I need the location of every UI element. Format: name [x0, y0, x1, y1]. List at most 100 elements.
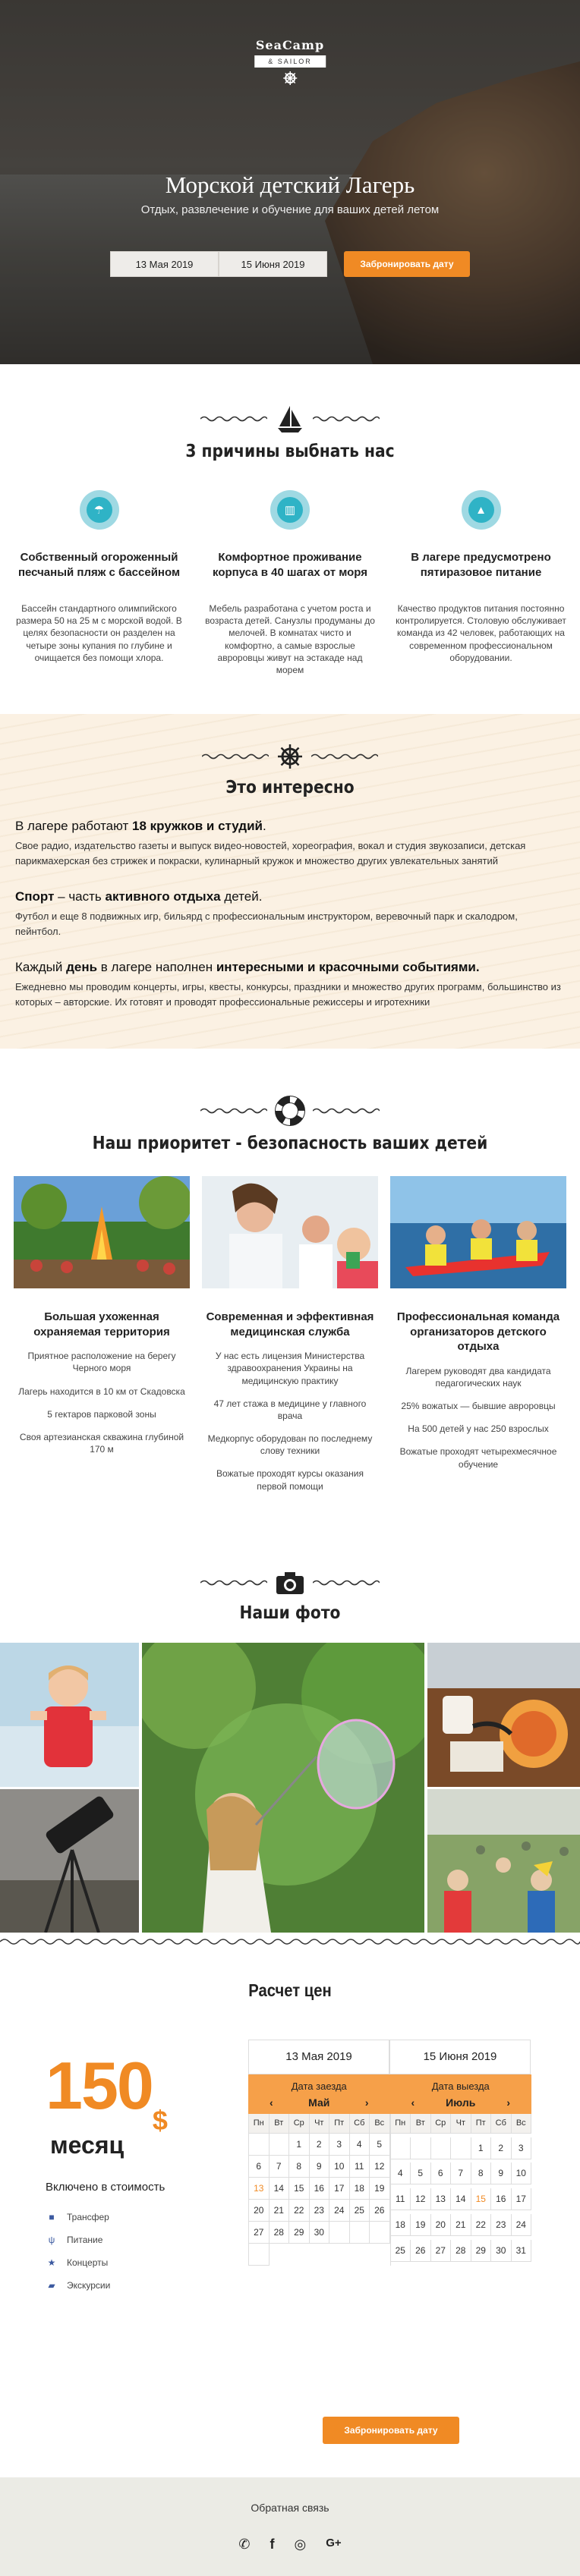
- price-summary: 150$ месяц Включено в стоимость ■ Трансфе…: [46, 2052, 168, 2297]
- logo[interactable]: SeaCamp & SAILOR: [254, 38, 326, 86]
- calendar-day[interactable]: 3: [329, 2133, 350, 2156]
- hero-date-from[interactable]: 13 Мая 2019: [110, 251, 219, 277]
- calendar-day[interactable]: 16: [491, 2188, 512, 2211]
- calendar-day[interactable]: 7: [269, 2155, 289, 2178]
- chevron-left-icon[interactable]: ‹: [411, 2096, 415, 2109]
- hero-subtitle: Отдых, развлечение и обучение для ваших …: [140, 203, 440, 216]
- medical-staff-photo: [202, 1176, 378, 1289]
- calendar-day[interactable]: 20: [249, 2199, 270, 2222]
- whatsapp-icon[interactable]: ✆: [238, 2537, 250, 2552]
- ship-wheel-icon: [278, 744, 302, 769]
- calendar-day[interactable]: 11: [349, 2155, 370, 2178]
- lifebuoy-icon: [275, 1096, 305, 1127]
- calendar-day[interactable]: 16: [309, 2177, 329, 2200]
- gallery-photo-crowd[interactable]: [427, 1788, 580, 1933]
- calendar-day[interactable]: 5: [370, 2133, 390, 2156]
- chevron-left-icon[interactable]: ‹: [270, 2096, 273, 2109]
- chevron-right-icon[interactable]: ›: [506, 2096, 510, 2109]
- calendar-day[interactable]: 12: [411, 2188, 431, 2211]
- price-book-button[interactable]: Забронировать дату: [323, 2416, 459, 2444]
- gallery-photo-food[interactable]: [427, 1642, 580, 1787]
- calendar-day[interactable]: 25: [390, 2239, 411, 2262]
- gallery-photo-bubble[interactable]: [142, 1642, 424, 1933]
- wave-divider-left: [200, 416, 267, 422]
- calendar-day[interactable]: 14: [451, 2188, 471, 2211]
- safety-item: Своя артезианская скважина глубиной 170 …: [19, 1431, 184, 1455]
- calendar-day[interactable]: 1: [289, 2133, 310, 2156]
- calendar-day[interactable]: 27: [249, 2221, 270, 2244]
- calendar-day[interactable]: 9: [309, 2155, 329, 2178]
- hero-date-to[interactable]: 15 Июня 2019: [219, 251, 327, 277]
- calendar-day[interactable]: 22: [289, 2199, 310, 2222]
- calendar-day[interactable]: 24: [329, 2199, 350, 2222]
- calendar-day[interactable]: 18: [390, 2214, 411, 2237]
- calendar-day[interactable]: 15: [289, 2177, 310, 2200]
- calendar-day[interactable]: 2: [491, 2137, 512, 2159]
- reason-title: В лагере предусмотрено пятиразовое питан…: [411, 551, 551, 579]
- calendar-day[interactable]: 20: [430, 2214, 451, 2237]
- feedback-link[interactable]: Обратная связь: [0, 2502, 580, 2514]
- calendar-day[interactable]: 13: [249, 2177, 270, 2200]
- calendar-day[interactable]: 24: [511, 2214, 531, 2237]
- calendar-day[interactable]: 30: [491, 2239, 512, 2262]
- calendar-day[interactable]: 9: [491, 2162, 512, 2185]
- price-currency: $: [152, 2104, 168, 2136]
- calendar-day[interactable]: 8: [289, 2155, 310, 2178]
- hero-section: SeaCamp & SAILOR Морской детский Лагерь …: [0, 0, 580, 364]
- calendar-day[interactable]: 19: [370, 2177, 390, 2200]
- calendar-day[interactable]: 6: [430, 2162, 451, 2185]
- calendar-day[interactable]: 31: [511, 2239, 531, 2262]
- calendar-day[interactable]: 26: [411, 2239, 431, 2262]
- calendar-day[interactable]: 26: [370, 2199, 390, 2222]
- price-section: Расчет цен 150$ месяц Включено в стоимос…: [0, 1946, 580, 2477]
- calendar-day[interactable]: 17: [329, 2177, 350, 2200]
- calendar-day[interactable]: 18: [349, 2177, 370, 2200]
- calendar-day[interactable]: 29: [289, 2221, 310, 2244]
- gallery-photo-telescope[interactable]: [0, 1788, 139, 1933]
- calendar-day[interactable]: 3: [511, 2137, 531, 2159]
- google-plus-icon[interactable]: G+: [326, 2537, 341, 2552]
- calendar-day[interactable]: 4: [349, 2133, 370, 2156]
- calendar-day[interactable]: 15: [471, 2188, 491, 2211]
- price-date-to[interactable]: 15 Июня 2019: [389, 2039, 531, 2074]
- calendar-day[interactable]: 6: [249, 2155, 270, 2178]
- weekday-header: Сб: [491, 2113, 512, 2134]
- instagram-icon[interactable]: ◎: [294, 2537, 306, 2552]
- calendar-day[interactable]: 13: [430, 2188, 451, 2211]
- calendar-day[interactable]: 23: [309, 2199, 329, 2222]
- calendar-day[interactable]: 28: [269, 2221, 289, 2244]
- included-item: ■ Трансфер: [46, 2206, 166, 2228]
- calendar-day[interactable]: 22: [471, 2214, 491, 2237]
- price-date-from[interactable]: 13 Мая 2019: [248, 2039, 389, 2074]
- calendar-day[interactable]: 21: [451, 2214, 471, 2237]
- calendar-day[interactable]: 21: [269, 2199, 289, 2222]
- calendar-day[interactable]: 27: [430, 2239, 451, 2262]
- calendar-day[interactable]: 25: [349, 2199, 370, 2222]
- calendar-day[interactable]: 11: [390, 2188, 411, 2211]
- calendar-day[interactable]: 30: [309, 2221, 329, 2244]
- calendar-day[interactable]: 4: [390, 2162, 411, 2185]
- calendar-day[interactable]: 8: [471, 2162, 491, 2185]
- calendar-day[interactable]: 12: [370, 2155, 390, 2178]
- reason-card: ☂ Собственный огороженный песчаный пляж …: [14, 490, 184, 676]
- calendar-day[interactable]: 19: [411, 2214, 431, 2237]
- hero-book-button[interactable]: Забронировать дату: [344, 251, 470, 277]
- calendar-day[interactable]: 29: [471, 2239, 491, 2262]
- interest-heading: В лагере работают 18 кружков и студий.: [15, 819, 266, 834]
- calendar-day[interactable]: 14: [269, 2177, 289, 2200]
- weekday-header: Ср: [289, 2113, 310, 2134]
- calendar-day[interactable]: 17: [511, 2188, 531, 2211]
- calendar-day[interactable]: 10: [329, 2155, 350, 2178]
- interest-section: Это интересно В лагере работают 18 кружк…: [0, 714, 580, 1049]
- calendar-day[interactable]: 10: [511, 2162, 531, 2185]
- calendar-day[interactable]: 2: [309, 2133, 329, 2156]
- chevron-right-icon[interactable]: ›: [365, 2096, 369, 2109]
- calendar-day[interactable]: 1: [471, 2137, 491, 2159]
- calendar-day[interactable]: 28: [451, 2239, 471, 2262]
- calendar-day[interactable]: 5: [411, 2162, 431, 2185]
- facebook-icon[interactable]: f: [270, 2537, 274, 2552]
- gallery-photo-boy[interactable]: [0, 1642, 139, 1787]
- calendar-day[interactable]: 23: [491, 2214, 512, 2237]
- calendar-day[interactable]: 7: [451, 2162, 471, 2185]
- safety-card: Профессиональная команда организаторов д…: [390, 1176, 566, 1492]
